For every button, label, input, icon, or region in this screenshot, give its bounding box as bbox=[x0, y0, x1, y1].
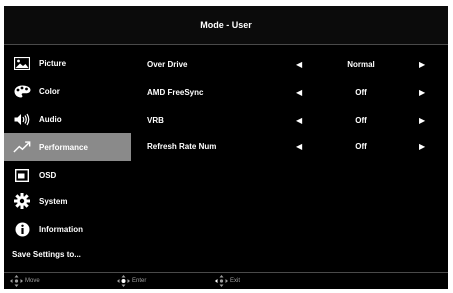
setting-label: Refresh Rate Num bbox=[147, 142, 217, 151]
sidebar-item-label: Color bbox=[39, 86, 60, 96]
hint-exit: Exit bbox=[215, 275, 240, 287]
arrow-left-icon[interactable]: ◀ bbox=[296, 142, 302, 151]
arrow-right-icon[interactable]: ▶ bbox=[419, 116, 425, 125]
hint-label: Move bbox=[25, 278, 40, 284]
sidebar-item-label: Audio bbox=[39, 114, 62, 124]
picture-icon bbox=[13, 55, 31, 71]
sidebar: Picture Color Audio Performance OSD Syst… bbox=[4, 45, 136, 266]
info-icon bbox=[13, 221, 31, 237]
arrow-left-icon[interactable]: ◀ bbox=[296, 88, 302, 97]
setting-label: VRB bbox=[147, 116, 164, 125]
dpad-exit-icon bbox=[215, 275, 230, 287]
sidebar-item-audio[interactable]: Audio bbox=[4, 106, 132, 132]
arrow-right-icon[interactable]: ▶ bbox=[419, 88, 425, 97]
sidebar-item-label: System bbox=[39, 196, 68, 206]
dpad-move-icon bbox=[10, 275, 25, 287]
hint-label: Enter bbox=[132, 278, 147, 284]
setting-row-over-drive[interactable]: Over Drive ◀ Normal ▶ bbox=[136, 55, 448, 75]
sidebar-item-label: Picture bbox=[39, 58, 67, 68]
osd-menu: Mode - User Picture Color Audio Performa… bbox=[4, 6, 448, 289]
sidebar-item-color[interactable]: Color bbox=[4, 78, 132, 104]
mode-title-text: Mode - User bbox=[200, 20, 252, 30]
setting-row-refresh-rate-num[interactable]: Refresh Rate Num ◀ Off ▶ bbox=[136, 137, 448, 157]
sidebar-item-osd[interactable]: OSD bbox=[4, 162, 132, 188]
arrow-left-icon[interactable]: ◀ bbox=[296, 60, 302, 69]
setting-label: AMD FreeSync bbox=[147, 88, 204, 97]
palette-icon bbox=[13, 83, 31, 99]
setting-value: Off bbox=[355, 142, 367, 151]
sidebar-item-information[interactable]: Information bbox=[4, 216, 132, 242]
sidebar-item-label: Information bbox=[39, 224, 83, 234]
arrow-right-icon[interactable]: ▶ bbox=[419, 142, 425, 151]
arrow-right-icon[interactable]: ▶ bbox=[419, 60, 425, 69]
control-hints: Move Enter Exit bbox=[4, 272, 448, 290]
hint-label: Exit bbox=[230, 278, 241, 284]
setting-value: Off bbox=[355, 116, 367, 125]
hint-move: Move bbox=[10, 275, 40, 287]
arrow-left-icon[interactable]: ◀ bbox=[296, 116, 302, 125]
mode-title: Mode - User bbox=[4, 6, 448, 45]
setting-row-vrb[interactable]: VRB ◀ Off ▶ bbox=[136, 111, 448, 131]
osd-window-icon bbox=[13, 167, 31, 183]
sidebar-item-picture[interactable]: Picture bbox=[4, 50, 132, 76]
setting-value: Off bbox=[355, 88, 367, 97]
setting-label: Over Drive bbox=[147, 60, 188, 69]
speaker-icon bbox=[13, 111, 31, 127]
hint-enter: Enter bbox=[117, 275, 146, 287]
sidebar-item-label: Performance bbox=[39, 142, 88, 152]
setting-row-amd-freesync[interactable]: AMD FreeSync ◀ Off ▶ bbox=[136, 83, 448, 103]
gear-icon bbox=[13, 193, 31, 209]
sidebar-item-system[interactable]: System bbox=[4, 188, 132, 214]
setting-value: Normal bbox=[347, 60, 375, 69]
performance-graph-icon bbox=[13, 139, 31, 155]
save-settings-button[interactable]: Save Settings to... bbox=[12, 250, 81, 259]
dpad-enter-icon bbox=[117, 275, 132, 287]
sidebar-item-performance[interactable]: Performance bbox=[4, 133, 131, 161]
performance-settings: Over Drive ◀ Normal ▶ AMD FreeSync ◀ Off… bbox=[136, 45, 448, 266]
sidebar-item-label: OSD bbox=[39, 170, 57, 180]
